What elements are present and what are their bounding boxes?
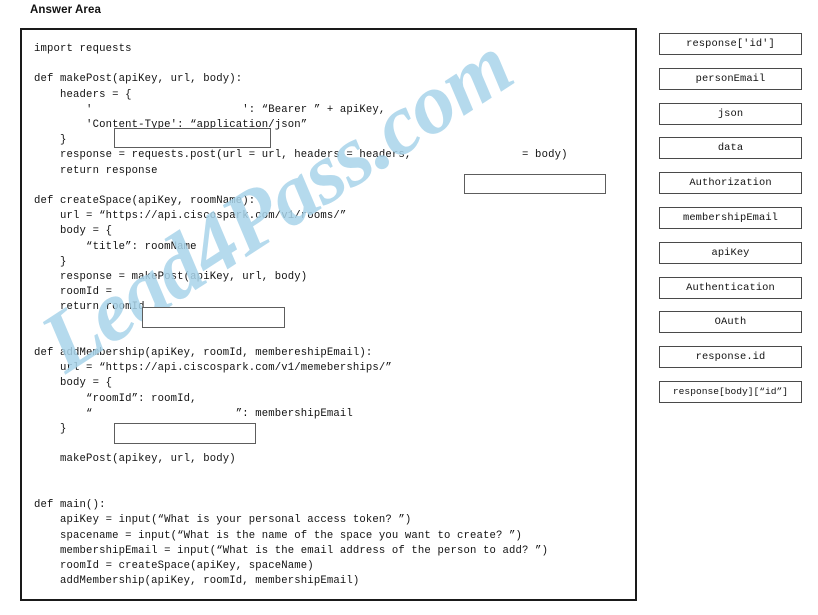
blank-slot-body-key[interactable] [114,423,256,444]
blank-slot-header-key[interactable] [114,128,271,148]
option-item[interactable]: apiKey [659,241,802,264]
option-item[interactable]: OAuth [659,311,802,334]
option-list: response['id'] personEmail json data Authori… [659,33,802,416]
option-item[interactable]: response[body][“id”] [659,380,802,403]
option-item[interactable]: data [659,137,802,160]
option-item[interactable]: json [659,102,802,125]
blank-slot-post-param[interactable] [464,174,606,194]
option-item[interactable]: Authentication [659,276,802,299]
option-item[interactable]: response.id [659,346,802,369]
answer-area-page: Answer Area import requests def makePost… [0,0,818,615]
option-item[interactable]: Authorization [659,172,802,195]
option-item[interactable]: membershipEmail [659,206,802,229]
code-panel: import requests def makePost(apiKey, url… [20,28,637,601]
option-item[interactable]: response['id'] [659,33,802,55]
page-title: Answer Area [30,4,101,16]
option-item[interactable]: personEmail [659,67,802,90]
blank-slot-roomid-value[interactable] [142,307,285,328]
code-listing: import requests def makePost(apiKey, url… [34,43,568,588]
